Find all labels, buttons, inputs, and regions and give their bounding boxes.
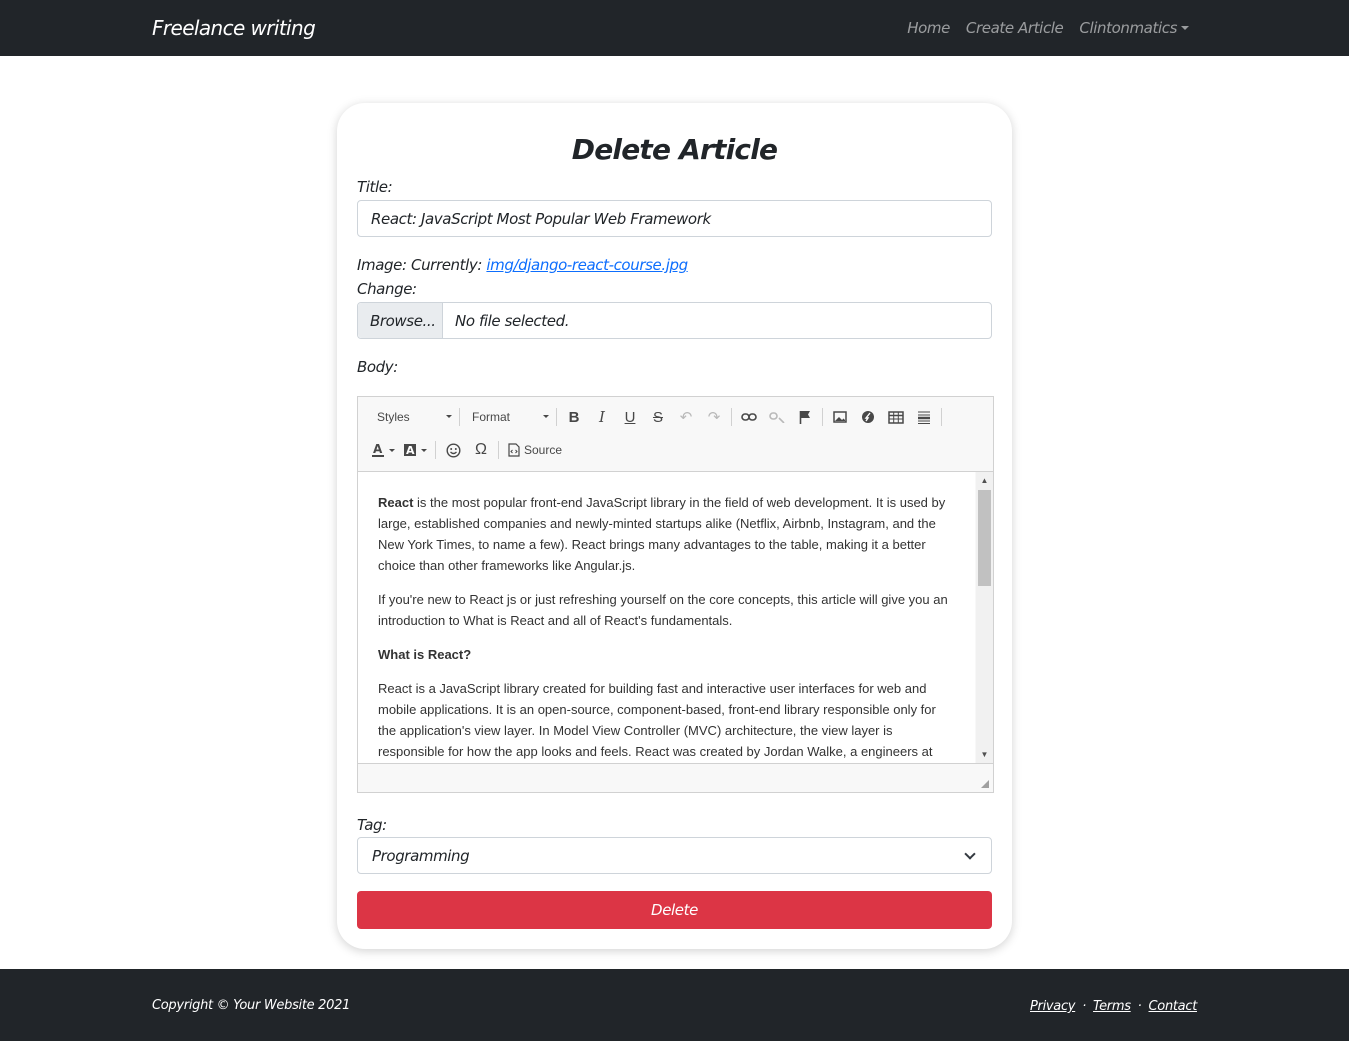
nav-create-article-link[interactable]: Create Article	[966, 19, 1064, 37]
unlink-icon[interactable]	[763, 405, 791, 429]
nav-links: Home Create Article Clintonmatics	[907, 19, 1189, 37]
chevron-down-icon	[964, 848, 976, 860]
title-label: Title:	[357, 178, 393, 196]
paragraph-text: React is a JavaScript library created fo…	[378, 681, 936, 759]
brand-logo-text[interactable]: Freelance writing	[152, 16, 316, 40]
omega-special-char-icon[interactable]: Ω	[467, 438, 495, 462]
editor-toolbar: Styles Format B I U S ↶ ↷ A A Ω Source	[358, 397, 993, 472]
delete-button[interactable]: Delete	[357, 891, 992, 929]
copyright-text: Copyright © Your Website 2021	[152, 998, 351, 1013]
title-input[interactable]: React: JavaScript Most Popular Web Frame…	[357, 200, 992, 237]
toolbar-separator	[941, 408, 942, 426]
browse-button-label: Browse...	[370, 312, 436, 330]
chevron-down-icon	[446, 415, 452, 418]
editor-paragraph: What is React?	[378, 644, 955, 665]
background-color-icon[interactable]: A	[400, 438, 432, 462]
undo-icon[interactable]: ↶	[672, 405, 700, 429]
footer-links: Privacy · Terms · Contact	[1030, 999, 1197, 1014]
image-icon[interactable]	[826, 405, 854, 429]
scroll-thumb[interactable]	[978, 490, 991, 586]
source-icon	[508, 443, 520, 457]
toolbar-separator	[498, 441, 499, 459]
styles-dropdown[interactable]: Styles	[368, 405, 456, 429]
body-label: Body:	[357, 358, 398, 376]
text-color-icon[interactable]: A	[368, 438, 400, 462]
toolbar-row-1: Styles Format B I U S ↶ ↷	[368, 405, 945, 429]
current-image-link[interactable]: img/django-react-course.jpg	[486, 256, 688, 274]
editor-content-area[interactable]: React is the most popular front-end Java…	[358, 472, 975, 763]
chevron-down-icon	[543, 415, 549, 418]
scroll-up-arrow-icon[interactable]: ▲	[980, 476, 989, 485]
title-input-value: React: JavaScript Most Popular Web Frame…	[371, 210, 711, 228]
bold-icon[interactable]: B	[560, 405, 588, 429]
privacy-link[interactable]: Privacy	[1030, 999, 1076, 1014]
toolbar-separator	[459, 408, 460, 426]
italic-icon[interactable]: I	[588, 405, 616, 429]
toolbar-row-2: A A Ω Source	[368, 438, 568, 462]
horizontal-line-icon[interactable]	[910, 405, 938, 429]
paragraph-text: is the most popular front-end JavaScript…	[378, 495, 946, 573]
resize-handle-icon[interactable]	[981, 780, 989, 788]
contact-link[interactable]: Contact	[1149, 999, 1198, 1014]
image-file-input[interactable]: Browse... No file selected.	[357, 302, 992, 339]
rich-text-editor: Styles Format B I U S ↶ ↷ A A Ω Source R…	[357, 396, 994, 793]
top-navbar: Freelance writing Home Create Article Cl…	[0, 0, 1349, 56]
toolbar-separator	[556, 408, 557, 426]
anchor-flag-icon[interactable]	[791, 405, 819, 429]
nav-user-label: Clintonmatics	[1079, 19, 1177, 37]
page-title: Delete Article	[571, 133, 778, 166]
paragraph-bold-text: React	[378, 495, 414, 510]
svg-text:A: A	[373, 442, 383, 456]
styles-dropdown-label: Styles	[377, 410, 410, 424]
nav-user-dropdown[interactable]: Clintonmatics	[1079, 19, 1189, 37]
svg-text:A: A	[406, 444, 415, 457]
toolbar-separator	[822, 408, 823, 426]
editor-scrollbar[interactable]: ▲ ▼	[976, 472, 993, 763]
source-button[interactable]: Source	[502, 438, 568, 462]
flash-icon[interactable]	[854, 405, 882, 429]
link-icon[interactable]	[735, 405, 763, 429]
paragraph-text: If you're new to React js or just refres…	[378, 592, 948, 628]
tag-select[interactable]: Programming	[357, 837, 992, 874]
smiley-icon[interactable]	[439, 438, 467, 462]
toolbar-separator	[731, 408, 732, 426]
tag-label: Tag:	[357, 816, 387, 834]
redo-icon[interactable]: ↷	[700, 405, 728, 429]
image-label: Image: Currently:	[357, 256, 483, 274]
source-button-label: Source	[524, 443, 563, 457]
file-status: No file selected.	[455, 312, 570, 330]
image-label-row: Image: Currently: img/django-react-cours…	[357, 256, 688, 274]
change-label: Change:	[357, 280, 417, 298]
toolbar-separator	[435, 441, 436, 459]
strikethrough-icon[interactable]: S	[644, 405, 672, 429]
format-dropdown-label: Format	[472, 410, 511, 424]
page-footer: Copyright © Your Website 2021 Privacy · …	[0, 969, 1349, 1041]
browse-button[interactable]: Browse...	[358, 303, 443, 338]
format-dropdown[interactable]: Format	[463, 405, 553, 429]
tag-selected-value: Programming	[372, 847, 470, 865]
editor-paragraph: If you're new to React js or just refres…	[378, 589, 955, 631]
table-icon[interactable]	[882, 405, 910, 429]
terms-link[interactable]: Terms	[1093, 999, 1131, 1014]
editor-status-bar	[358, 763, 993, 792]
chevron-down-icon	[1181, 26, 1189, 30]
footer-separator: ·	[1082, 999, 1087, 1014]
paragraph-heading: What is React?	[378, 647, 472, 662]
scroll-down-arrow-icon[interactable]: ▼	[980, 750, 989, 759]
editor-paragraph: React is a JavaScript library created fo…	[378, 678, 955, 763]
nav-home-link[interactable]: Home	[907, 19, 950, 37]
editor-paragraph: React is the most popular front-end Java…	[378, 492, 955, 576]
footer-separator: ·	[1137, 999, 1142, 1014]
underline-icon[interactable]: U	[616, 405, 644, 429]
delete-article-card: Delete Article Title: React: JavaScript …	[337, 103, 1012, 949]
